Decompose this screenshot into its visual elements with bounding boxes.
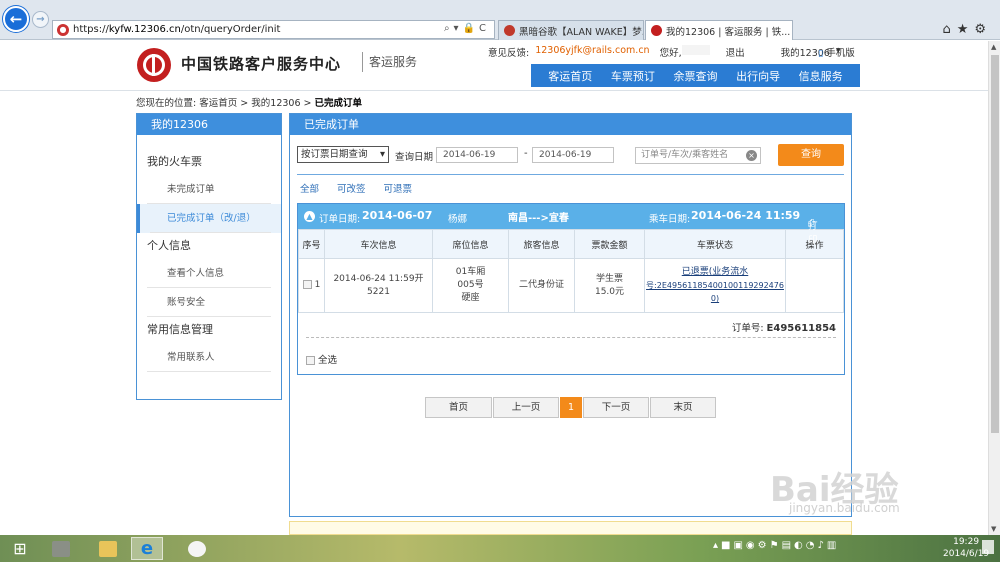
- table-row: 1 2014-06-24 11:59开 5221 01车厢 005号 硬座 二代身份证…: [298, 258, 844, 313]
- order-header: ▲ 订单日期: 2014-06-07 杨娜 南昌--->宜春 乘车日期: 201…: [298, 204, 844, 246]
- address-url: https://kyfw.12306.cn/otn/queryOrder/ini…: [73, 24, 281, 35]
- site-favicon-icon: ●: [57, 23, 69, 36]
- page-current[interactable]: 1: [560, 397, 582, 418]
- nav-info[interactable]: 信息服务: [799, 68, 843, 84]
- page-first[interactable]: 首页: [425, 397, 492, 418]
- sidebar-item-completed-orders[interactable]: 已完成订单（改/退）: [137, 204, 281, 233]
- tab-favicon-icon: [504, 25, 515, 36]
- greeting: 您好,: [659, 48, 682, 59]
- page-scrollbar[interactable]: ▲ ▼: [988, 41, 1000, 535]
- browser-tab-12306[interactable]: 我的12306 | 客运服务 | 铁... ×: [645, 20, 793, 40]
- baidu-watermark-url: jingyan.baidu.com: [789, 501, 900, 515]
- actions-cell: [785, 258, 844, 313]
- order-table: 序号 车次信息 席位信息 旅客信息 票款金额 车票状态 操作 1 2014-06…: [298, 229, 844, 313]
- browser-home-star-gear-icons[interactable]: ⌂★⚙: [942, 22, 992, 37]
- site-subtitle: 客运服务: [362, 52, 417, 72]
- tab-title: 我的12306 | 客运服务 | 铁...: [666, 26, 791, 38]
- orders-panel: 已完成订单 按订票日期查询 查询日期 2014-06-19 - 2014-06-…: [289, 113, 852, 517]
- query-button[interactable]: 查询: [778, 144, 844, 166]
- scroll-thumb[interactable]: [991, 55, 999, 433]
- nav-booking[interactable]: 车票预订: [611, 68, 655, 84]
- sidebar-section-personal: 个人信息: [147, 239, 191, 252]
- panel-title: 已完成订单: [290, 114, 851, 135]
- breadcrumb-home[interactable]: 客运首页: [199, 98, 237, 109]
- feedback-email-link[interactable]: 12306yjfk@rails.com.cn: [535, 45, 649, 59]
- internet-explorer-icon[interactable]: e: [131, 537, 163, 560]
- date-label: 查询日期: [395, 152, 434, 163]
- scroll-down-icon[interactable]: ▼: [991, 525, 996, 533]
- feedback-label: 意见反馈:: [488, 48, 530, 59]
- date-from-input[interactable]: 2014-06-19: [436, 147, 518, 163]
- address-tools-icons[interactable]: ⌕▾🔒C: [444, 23, 490, 34]
- tab-all[interactable]: 全部: [300, 181, 319, 195]
- clear-icon[interactable]: ×: [746, 150, 757, 161]
- sidebar-item-contacts[interactable]: 常用联系人: [137, 343, 281, 372]
- select-all[interactable]: 全选: [306, 352, 337, 366]
- order-date: 2014-06-07: [362, 209, 433, 222]
- filter-tabs: 全部 可改签 可退票: [300, 181, 412, 195]
- main-nav: 客运首页 车票预订 余票查询 出行向导 信息服务: [531, 64, 860, 87]
- sidebar-item-account-security[interactable]: 账号安全: [137, 288, 281, 317]
- sidebar: 我的12306 我的火车票 未完成订单 已完成订单（改/退） 个人信息 查看个人…: [136, 113, 282, 400]
- username-hidden: [681, 45, 710, 55]
- nav-home[interactable]: 客运首页: [548, 68, 592, 84]
- back-arrow-icon[interactable]: ←: [3, 6, 29, 32]
- sidebar-item-pending-orders[interactable]: 未完成订单: [137, 175, 281, 204]
- divider: [306, 337, 836, 338]
- notice-bar: [289, 521, 852, 535]
- order-number: 订单号: E495611854: [731, 323, 836, 334]
- query-type-select[interactable]: 按订票日期查询: [297, 146, 389, 163]
- phone-icon: ▯: [818, 48, 824, 59]
- windows-taskbar: ⊞ e: [0, 535, 1000, 562]
- breadcrumb: 您现在的位置: 客运首页 > 我的12306 > 已完成订单: [136, 98, 363, 109]
- site-name: 中国铁路客户服务中心: [181, 55, 342, 73]
- notification-icon[interactable]: [982, 540, 994, 554]
- order-card: ▲ 订单日期: 2014-06-07 杨娜 南昌--->宜春 乘车日期: 201…: [297, 203, 845, 375]
- app-icon[interactable]: [45, 537, 77, 560]
- scroll-up-icon[interactable]: ▲: [991, 43, 996, 51]
- divider: [297, 174, 844, 175]
- railway-logo-icon: [137, 48, 171, 82]
- nav-guide[interactable]: 出行向导: [736, 68, 780, 84]
- address-bar[interactable]: ● https://kyfw.12306.cn/otn/queryOrder/i…: [52, 20, 495, 39]
- passenger-name: 杨娜: [448, 214, 468, 225]
- tab-changeable[interactable]: 可改签: [337, 181, 366, 195]
- page-last[interactable]: 末页: [650, 397, 716, 418]
- page-prev[interactable]: 上一页: [493, 397, 559, 418]
- system-tray-icons[interactable]: ▴■▣◉⚙⚑▤◐◔♪▥: [713, 540, 839, 551]
- row-checkbox[interactable]: [302, 280, 312, 289]
- browser-tab-music[interactable]: 黑暗谷歌【ALAN WAKE】梦...: [498, 20, 644, 40]
- logout-link[interactable]: 退出: [726, 45, 745, 59]
- breadcrumb-current: 已完成订单: [314, 98, 363, 109]
- qq-icon[interactable]: [181, 537, 213, 560]
- ride-date: 2014-06-24 11:59: [691, 209, 801, 222]
- pagination: 首页 上一页 1 下一页 末页: [425, 397, 716, 418]
- mobile-version-link[interactable]: ▯ 手机版: [818, 45, 855, 59]
- top-links: 意见反馈: 12306yjfk@rails.com.cn 您好, 退出 我的12…: [488, 45, 847, 59]
- select-all-checkbox[interactable]: [306, 356, 315, 365]
- sidebar-section-tickets: 我的火车票: [147, 155, 202, 168]
- breadcrumb-my12306[interactable]: 我的12306: [251, 98, 300, 109]
- sidebar-item-view-profile[interactable]: 查看个人信息: [137, 259, 281, 288]
- sidebar-section-common: 常用信息管理: [147, 323, 213, 336]
- collapse-icon[interactable]: ▲: [304, 211, 315, 222]
- windows-start-icon[interactable]: ⊞: [4, 537, 36, 560]
- tab-title: 黑暗谷歌【ALAN WAKE】梦...: [519, 26, 644, 38]
- date-to-input[interactable]: 2014-06-19: [532, 147, 614, 163]
- browser-toolbar: ← → ● https://kyfw.12306.cn/otn/queryOrd…: [0, 0, 1000, 40]
- table-header-row: 序号 车次信息 席位信息 旅客信息 票款金额 车票状态 操作: [298, 229, 844, 259]
- tab-refundable[interactable]: 可退票: [384, 181, 413, 195]
- file-explorer-icon[interactable]: [92, 537, 124, 560]
- route: 南昌--->宜春: [508, 213, 569, 224]
- nav-remaining[interactable]: 余票查询: [673, 68, 717, 84]
- search-input[interactable]: 订单号/车次/乘客姓名 ×: [635, 147, 761, 164]
- sidebar-title: 我的12306: [137, 114, 281, 135]
- page-next[interactable]: 下一页: [583, 397, 649, 418]
- ticket-status[interactable]: 已退票(业务流水 号:2E49561185400100119292476​0): [644, 258, 786, 313]
- forward-arrow-icon[interactable]: →: [32, 11, 49, 28]
- tab-favicon-icon: [651, 25, 662, 36]
- tab-close-icon[interactable]: ×: [790, 25, 792, 36]
